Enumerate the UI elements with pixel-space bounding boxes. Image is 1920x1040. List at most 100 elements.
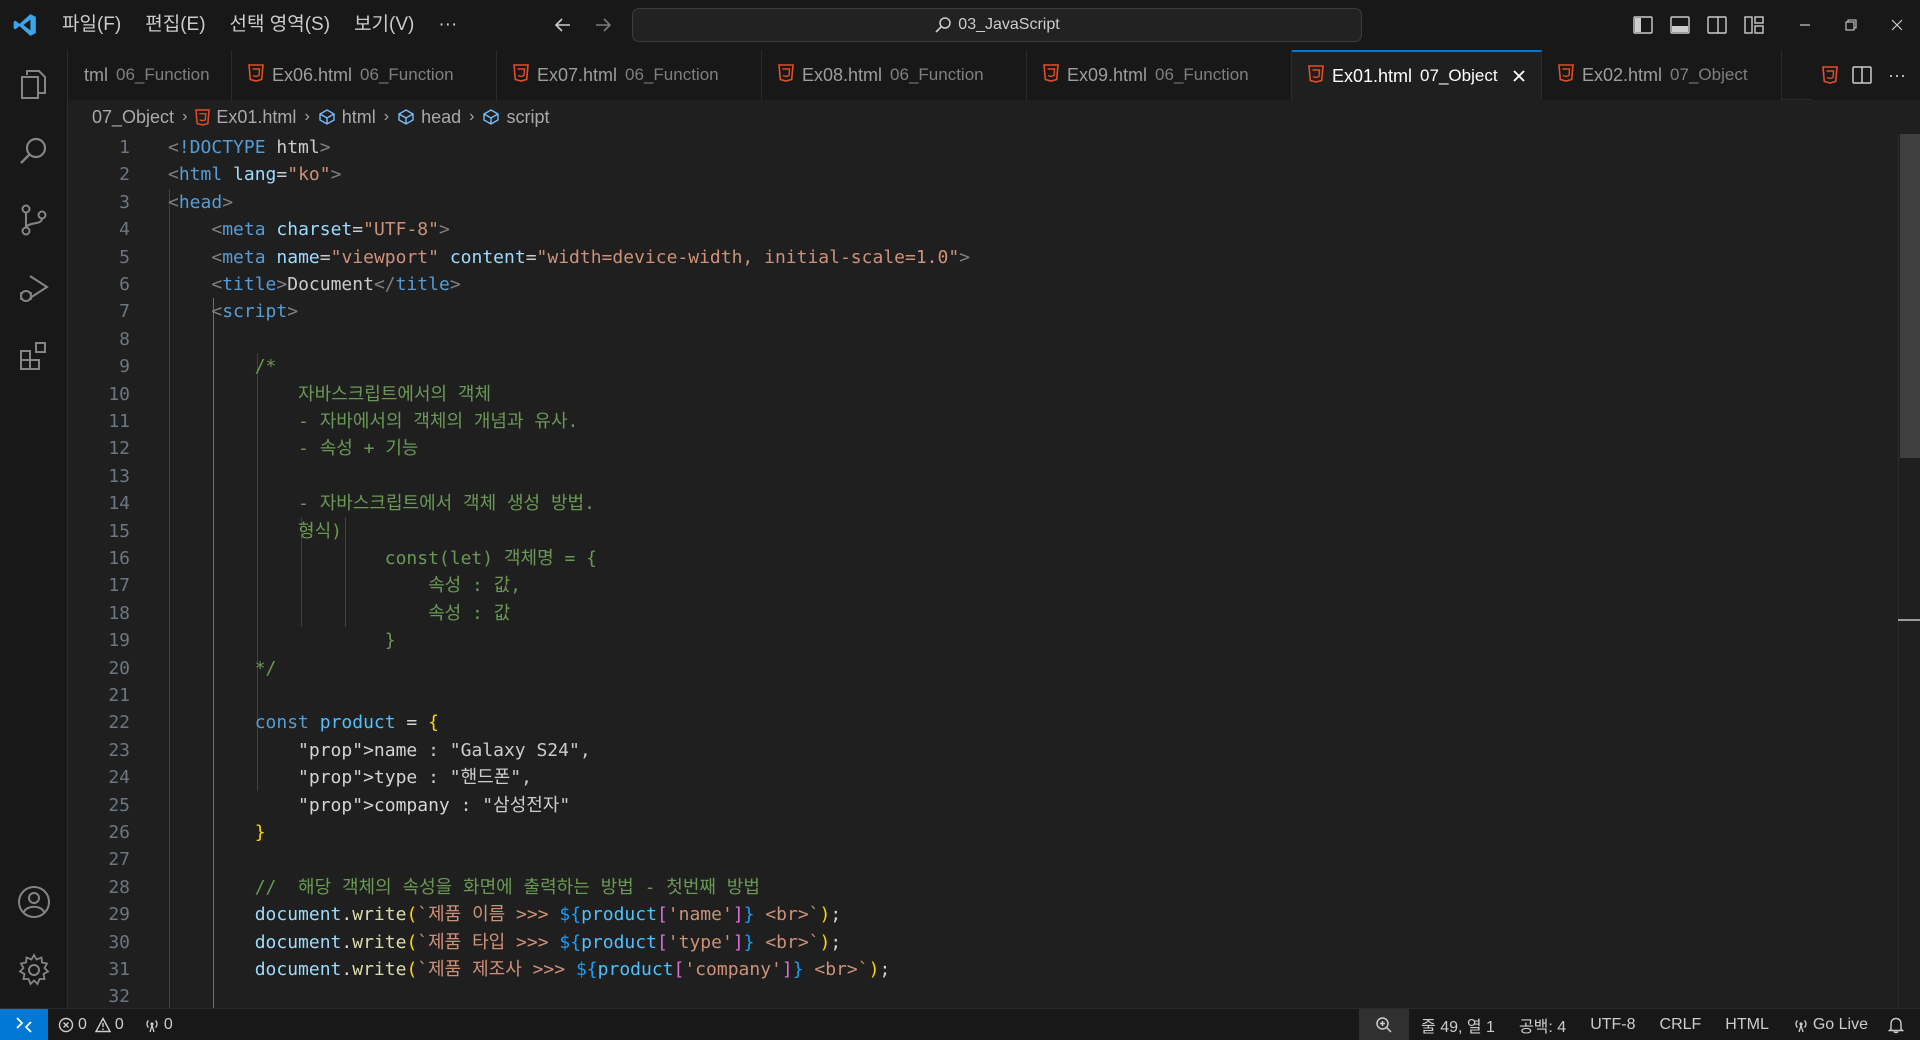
tab-ex08[interactable]: Ex08.html 06_Function	[762, 50, 1027, 100]
encoding[interactable]: UTF-8	[1578, 1009, 1647, 1040]
code-text: }	[254, 822, 266, 843]
activity-bar	[0, 50, 68, 1010]
minimize-icon[interactable]	[1782, 0, 1828, 50]
tab-ex01-active[interactable]: Ex01.html 07_Object	[1292, 50, 1542, 100]
tab-label: Ex07.html	[537, 64, 618, 85]
status-bar-right: 줄 49, 열 1 공백: 4 UTF-8 CRLF HTML Go Live	[1359, 1009, 1920, 1040]
menu-more[interactable]: ···	[426, 10, 469, 40]
code-line: 10 자바스크립트에서의 객체	[68, 381, 1848, 408]
extensions-icon[interactable]	[0, 322, 68, 390]
tab-ex09[interactable]: Ex09.html 06_Function	[1027, 50, 1292, 100]
source-control-icon[interactable]	[0, 186, 68, 254]
command-center-search[interactable]: 03_JavaScript	[632, 8, 1362, 42]
end-of-line[interactable]: CRLF	[1648, 1009, 1714, 1040]
split-editor-icon[interactable]	[1852, 66, 1872, 84]
go-live-button[interactable]: Go Live	[1781, 1009, 1880, 1040]
code-text: "prop">type : "핸드폰",	[298, 767, 532, 789]
code-text: <head>	[168, 191, 234, 213]
zoom-in-icon[interactable]	[1359, 1009, 1410, 1040]
code-text: // 해당 객체의 속성을 화면에 출력하는 방법 - 첫번째 방법	[168, 876, 760, 898]
code-line: 9 /*	[68, 353, 1848, 380]
customize-layout-icon[interactable]	[1735, 10, 1772, 40]
line-number: 24	[108, 767, 130, 789]
open-preview-html5-icon[interactable]	[1822, 66, 1838, 84]
breadcrumb-file[interactable]: Ex01.html	[195, 107, 296, 128]
search-icon	[935, 17, 952, 33]
run-debug-icon[interactable]	[0, 254, 68, 322]
code-line: 30 document.write(`제품 타입 >>> ${product['…	[68, 929, 1848, 956]
manage-gear-icon[interactable]	[0, 936, 68, 1004]
close-window-icon[interactable]	[1874, 0, 1920, 50]
indentation[interactable]: 공백: 4	[1507, 1009, 1578, 1040]
language-mode-label: HTML	[1725, 1016, 1769, 1033]
breadcrumb-folder[interactable]: 07_Object	[92, 107, 174, 128]
line-number: 21	[108, 685, 130, 706]
toggle-primary-sidebar-icon[interactable]	[1624, 10, 1661, 40]
restore-icon[interactable]	[1828, 0, 1874, 50]
ports-indicator[interactable]: 0	[134, 1009, 183, 1040]
language-mode[interactable]: HTML	[1713, 1009, 1781, 1040]
notifications-bell-icon[interactable]	[1880, 1009, 1920, 1040]
tab-label: Ex01.html	[1332, 65, 1413, 86]
code-text: const product = {	[254, 712, 439, 734]
line-number: 28	[108, 876, 130, 898]
tab-ex07[interactable]: Ex07.html 06_Function	[497, 50, 762, 100]
code-line: 29 document.write(`제품 이름 >>> ${product['…	[68, 901, 1848, 928]
line-number: 12	[108, 438, 130, 460]
line-number: 3	[119, 191, 130, 213]
code-line: 16 const(let) 객체명 = {	[68, 545, 1848, 572]
line-number: 29	[108, 904, 130, 926]
code-text: <script>	[211, 301, 299, 323]
line-number: 7	[119, 301, 130, 323]
code-editor[interactable]: 1 <!DOCTYPE html> 2 <html lang="ko"> 3 <head>…	[68, 134, 1920, 1010]
code-line: 14 - 자바스크립트에서 객체 생성 방법.	[68, 490, 1848, 517]
accounts-icon[interactable]	[0, 868, 68, 936]
title-bar-controls	[1624, 0, 1920, 50]
menu-edit[interactable]: 편집(E)	[133, 10, 217, 40]
problems-indicator[interactable]: 0 0	[48, 1009, 134, 1040]
tab-folder: 07_Object	[1670, 65, 1748, 84]
cursor-position[interactable]: 줄 49, 열 1	[1409, 1009, 1507, 1040]
line-number: 26	[108, 822, 130, 843]
search-view-icon[interactable]	[0, 118, 68, 186]
breadcrumb-head[interactable]: head	[397, 107, 461, 128]
scrollbar-thumb[interactable]	[1900, 134, 1920, 458]
error-count: 0	[78, 1015, 87, 1033]
code-line: 5 <meta name="viewport" content="width=d…	[68, 244, 1848, 271]
toggle-secondary-sidebar-icon[interactable]	[1698, 10, 1735, 40]
close-tab-icon[interactable]	[1512, 69, 1526, 83]
breadcrumb-html-label: html	[341, 106, 376, 127]
menu-file[interactable]: 파일(F)	[50, 10, 133, 40]
tab-ex02[interactable]: Ex02.html 07_Object	[1542, 50, 1782, 100]
command-center-text: 03_JavaScript	[958, 16, 1060, 33]
html5-file-icon	[1043, 63, 1059, 87]
explorer-icon[interactable]	[0, 50, 68, 118]
code-text: /*	[168, 356, 277, 378]
code-line: 15 형식)	[68, 518, 1848, 545]
editor-actions: ···	[1812, 50, 1920, 100]
line-number: 16	[108, 548, 130, 569]
code-text: 형식)	[168, 520, 342, 542]
code-line: 24 "prop">type : "핸드폰",	[68, 764, 1848, 791]
tab-ex06[interactable]: Ex06.html 06_Function	[232, 50, 497, 100]
encoding-label: UTF-8	[1590, 1016, 1636, 1033]
html5-file-icon	[513, 63, 529, 87]
code-text: <!DOCTYPE html>	[168, 137, 331, 158]
menu-view[interactable]: 보기(V)	[342, 10, 426, 40]
line-number: 22	[108, 712, 130, 734]
remote-indicator-icon[interactable]	[0, 1008, 48, 1040]
menu-selection[interactable]: 선택 영역(S)	[218, 10, 343, 40]
back-arrow-icon[interactable]	[550, 12, 576, 38]
code-text: <title>Document</title>	[211, 274, 461, 295]
ports-count: 0	[163, 1015, 173, 1033]
code-text: 속성 : 값	[168, 602, 511, 624]
more-actions-icon[interactable]: ···	[1888, 65, 1906, 86]
forward-arrow-icon[interactable]	[590, 12, 616, 38]
html5-file-icon	[248, 63, 264, 87]
breadcrumb-script[interactable]: script	[482, 107, 550, 128]
line-number: 27	[108, 849, 130, 871]
toggle-panel-icon[interactable]	[1661, 10, 1698, 40]
tab-function-file[interactable]: tml 06_Function	[68, 50, 232, 100]
breadcrumb: 07_Object › Ex01.html › html › head › sc…	[68, 100, 1920, 134]
breadcrumb-html[interactable]: html	[318, 107, 376, 128]
